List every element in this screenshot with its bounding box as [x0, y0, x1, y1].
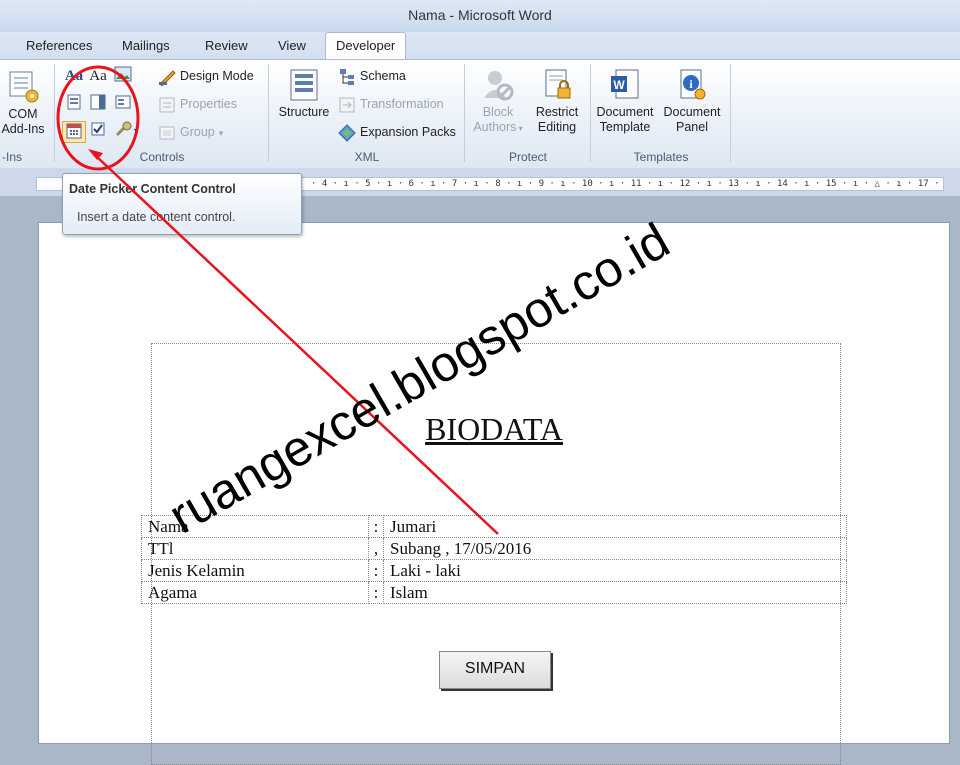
row-label: Agama: [141, 581, 369, 604]
expansion-packs-button[interactable]: Expansion Packs: [338, 122, 456, 142]
combo-box-control-icon[interactable]: [88, 93, 108, 113]
ribbon-separator: [54, 64, 55, 162]
dropdown-list-control-icon[interactable]: [113, 93, 133, 113]
group-label-templates: Templates: [633, 150, 689, 164]
row-value[interactable]: Jumari: [383, 515, 847, 538]
ruler-marks: · 4 · ı · 5 · ı · 6 · ı · 7 · ı · 8 · ı …: [311, 179, 944, 189]
rich-text-control-icon[interactable]: Aa: [64, 66, 84, 86]
group-dropdown-icon: ▾: [218, 128, 224, 138]
row-value[interactable]: Subang , 17/05/2016: [383, 537, 847, 560]
document-panel-label-2: Panel: [676, 120, 708, 134]
tooltip-title: Date Picker Content Control: [69, 182, 236, 196]
transformation-label: Transformation: [360, 97, 444, 111]
block-authors-dropdown-icon: ▾: [516, 124, 523, 133]
window-title: Nama - Microsoft Word: [408, 7, 552, 23]
legacy-tools-icon[interactable]: [113, 121, 141, 141]
restrict-editing-label-1: Restrict: [535, 105, 579, 119]
block-authors-label-2: Authors: [473, 120, 517, 134]
structure-label: Structure: [278, 105, 330, 119]
tooltip-body: Insert a date content control.: [77, 210, 236, 224]
row-value[interactable]: Islam: [383, 581, 847, 604]
row-separator: ,: [368, 537, 384, 560]
row-label: Jenis Kelamin: [141, 559, 369, 582]
group-label-protect: Protect: [508, 150, 547, 164]
expansion-packs-icon: [338, 123, 356, 142]
ribbon-separator: [730, 64, 731, 162]
com-label-2: Add-Ins: [1, 122, 45, 136]
schema-button[interactable]: Schema: [338, 66, 406, 86]
ribbon: COM Add-Ins -Ins Aa Aa Design Mode Prope…: [0, 59, 960, 169]
block-authors-label-1: Block: [482, 105, 514, 119]
restrict-editing-label-2: Editing: [537, 120, 577, 134]
table-row: Jenis Kelamin : Laki - laki: [141, 559, 847, 582]
table-row: TTl , Subang , 17/05/2016: [141, 537, 847, 560]
group-icon: [159, 126, 175, 140]
date-picker-tooltip: Date Picker Content Control Insert a dat…: [62, 173, 302, 235]
com-addins-icon: [9, 71, 39, 103]
document-template-icon: W: [611, 69, 639, 99]
ribbon-tabs: References Mailings Review View Develope…: [0, 32, 960, 60]
com-label-1: COM: [8, 107, 38, 121]
structure-button[interactable]: Structure: [274, 68, 334, 120]
group-button[interactable]: Group ▾: [158, 122, 223, 142]
group-controls: Aa Aa Design Mode Properties Group ▾ Con…: [56, 60, 268, 166]
design-mode-button[interactable]: Design Mode: [158, 66, 254, 86]
com-addins-button[interactable]: COM Add-Ins: [0, 68, 46, 137]
expansion-packs-label: Expansion Packs: [360, 125, 456, 139]
table-row: Agama : Islam: [141, 581, 847, 604]
document-template-label-2: Template: [599, 120, 651, 134]
restrict-editing-icon: [545, 69, 571, 99]
structure-icon: [290, 69, 318, 101]
row-label: TTl: [141, 537, 369, 560]
document-panel-icon: i: [680, 69, 706, 100]
title-bar: Nama - Microsoft Word: [0, 0, 960, 32]
schema-icon: [340, 68, 354, 85]
block-authors-icon: [484, 71, 514, 101]
tab-mailings[interactable]: Mailings: [122, 38, 170, 60]
row-separator: :: [368, 515, 384, 538]
building-block-control-icon[interactable]: [64, 93, 84, 113]
group-xml: Structure Schema Transformation Expansio…: [270, 60, 464, 166]
group-protect: Block Authors ▾ Restrict Editing Protect: [466, 60, 590, 166]
ribbon-separator: [268, 64, 269, 162]
biodata-table: Nama : Jumari TTl , Subang , 17/05/2016 …: [141, 515, 847, 604]
date-picker-control-icon[interactable]: [62, 121, 86, 143]
tab-references[interactable]: References: [26, 38, 92, 60]
tab-view[interactable]: View: [278, 38, 306, 60]
properties-button[interactable]: Properties: [158, 94, 237, 114]
group-label-xml: XML: [354, 150, 380, 164]
svg-text:W: W: [613, 78, 625, 92]
plain-text-control-icon[interactable]: Aa: [88, 66, 108, 86]
properties-icon: [159, 97, 175, 113]
document-template-label-1: Document: [596, 105, 654, 119]
group-label-addins: -Ins: [2, 150, 23, 164]
transformation-button[interactable]: Transformation: [338, 94, 444, 114]
transformation-icon: [339, 97, 355, 113]
document-template-button[interactable]: W Document Template: [592, 68, 658, 135]
row-separator: :: [368, 559, 384, 582]
properties-label: Properties: [180, 97, 237, 111]
group-addins: COM Add-Ins -Ins: [0, 60, 54, 166]
document-heading: BIODATA: [425, 411, 563, 447]
group-label-controls: Controls: [139, 150, 185, 164]
tab-developer[interactable]: Developer: [325, 32, 407, 60]
design-mode-label: Design Mode: [180, 69, 254, 83]
ribbon-separator: [590, 64, 591, 162]
group-label: Group: [180, 125, 215, 139]
design-mode-icon: [159, 69, 176, 86]
ribbon-separator: [464, 64, 465, 162]
document-panel-button[interactable]: i Document Panel: [658, 68, 726, 135]
row-value[interactable]: Laki - laki: [383, 559, 847, 582]
block-authors-button[interactable]: Block Authors ▾: [470, 68, 526, 136]
table-row: Nama : Jumari: [141, 515, 847, 538]
tab-review[interactable]: Review: [205, 38, 248, 60]
simpan-button[interactable]: SIMPAN: [439, 651, 551, 689]
checkbox-control-icon[interactable]: [88, 121, 108, 141]
row-separator: :: [368, 581, 384, 604]
picture-control-icon[interactable]: [113, 66, 133, 86]
schema-label: Schema: [360, 69, 406, 83]
group-templates: W Document Template i Document Panel Tem…: [592, 60, 730, 166]
document-panel-label-1: Document: [663, 105, 721, 119]
restrict-editing-button[interactable]: Restrict Editing: [528, 68, 586, 135]
